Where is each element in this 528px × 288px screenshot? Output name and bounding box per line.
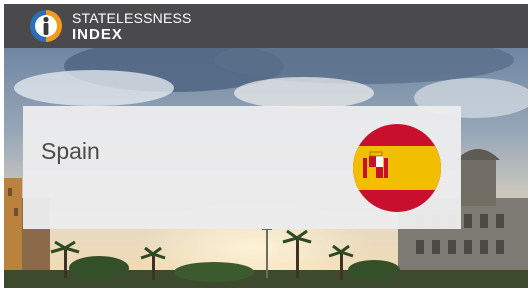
country-name: Spain: [41, 138, 100, 164]
logo-title-line-2: INDEX: [72, 25, 123, 43]
app-frame: STATELESSNESS INDEX Spain: [4, 4, 528, 288]
logo-wordmark: STATELESSNESS INDEX: [72, 11, 192, 42]
top-navigation-bar: STATELESSNESS INDEX: [4, 4, 528, 48]
country-card[interactable]: Spain: [23, 106, 461, 229]
spain-flag-icon: [353, 124, 441, 212]
logo-title-line-1: STATELESSNESS: [72, 9, 192, 26]
person-in-circle-logo-icon: [30, 10, 62, 42]
site-logo-link[interactable]: STATELESSNESS INDEX: [28, 8, 192, 44]
